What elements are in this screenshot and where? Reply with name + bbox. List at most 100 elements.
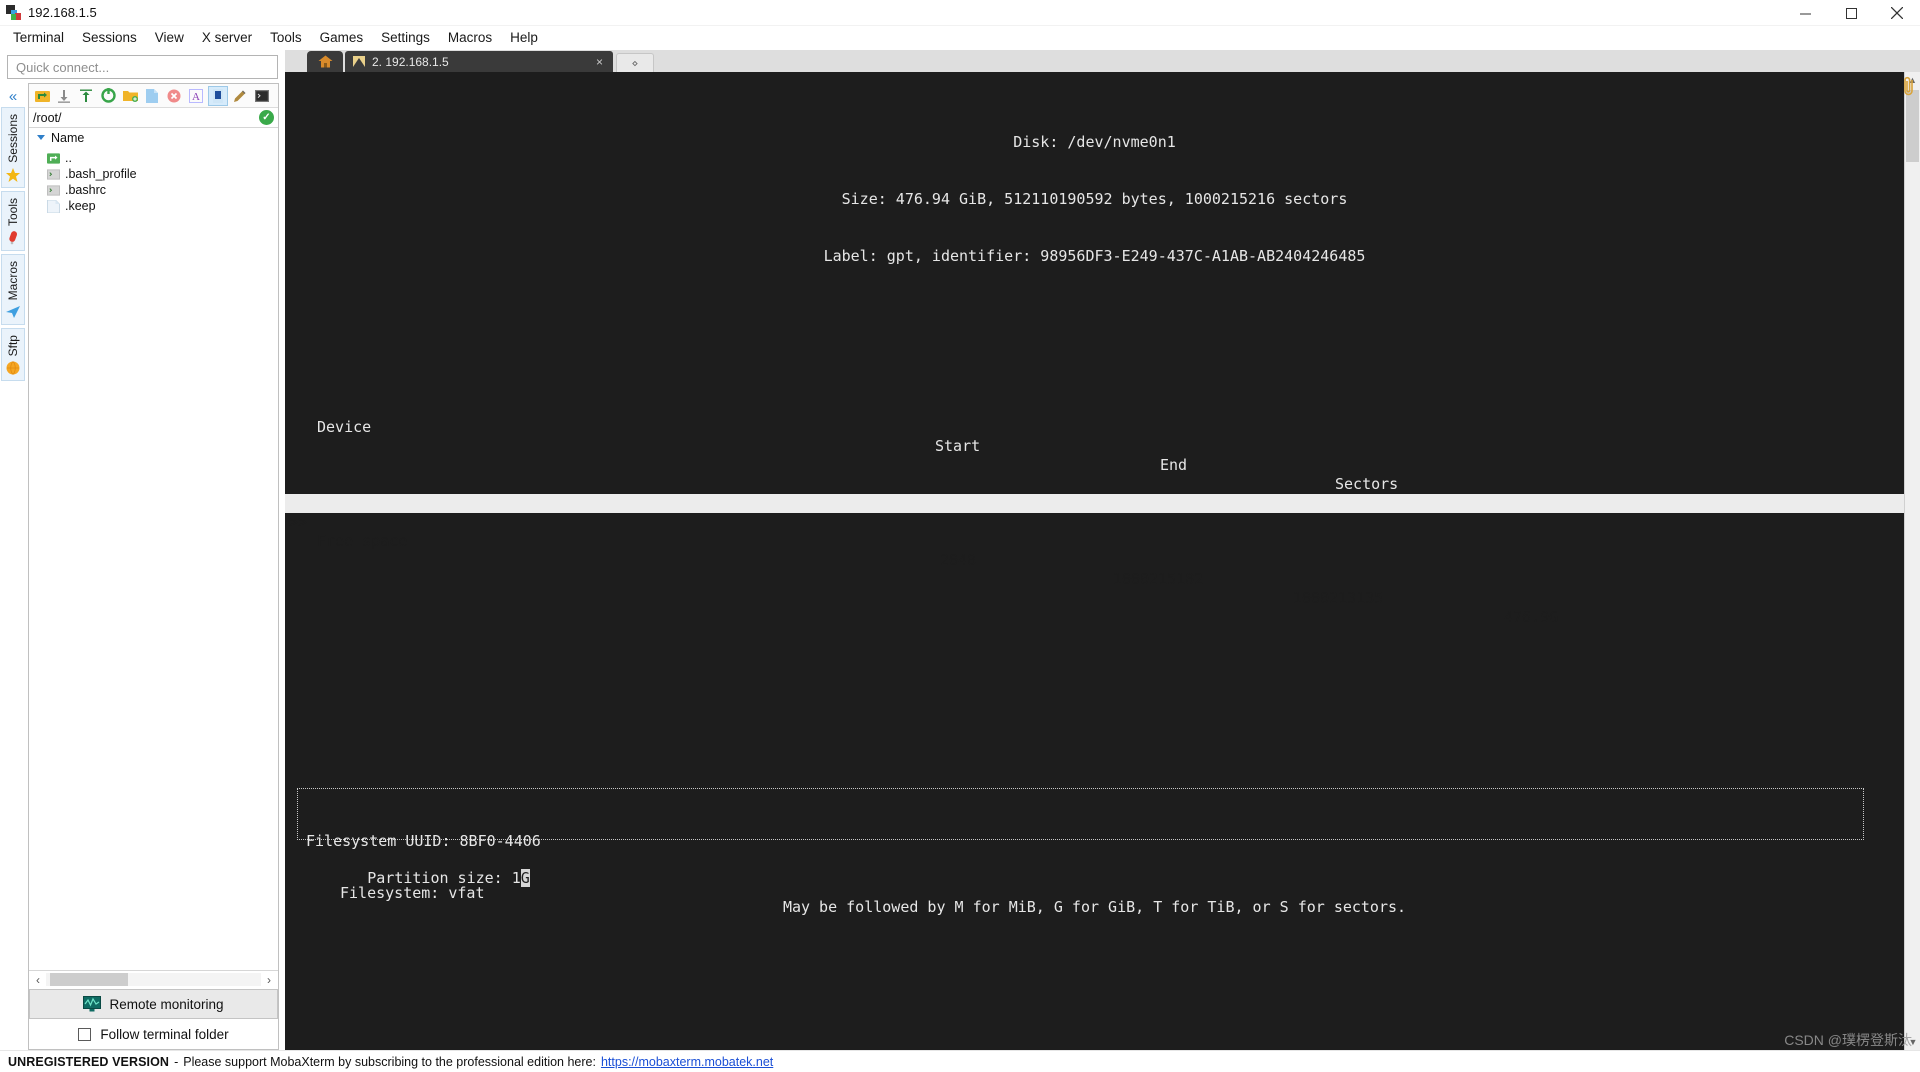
tab-strip: 2. 192.168.1.5 × ⋄ bbox=[285, 50, 1920, 72]
quick-connect-input[interactable]: Quick connect... bbox=[7, 55, 278, 79]
follow-terminal-folder-row[interactable]: Follow terminal folder bbox=[29, 1019, 278, 1049]
svg-text:A: A bbox=[192, 91, 200, 103]
paper-plane-icon bbox=[6, 306, 20, 319]
new-tab-button[interactable]: ⋄ bbox=[616, 53, 654, 72]
script-file-icon bbox=[47, 184, 60, 196]
sftp-toolbar: A bbox=[29, 84, 278, 108]
mobaxterm-link[interactable]: https://mobaxterm.mobatek.net bbox=[601, 1055, 773, 1069]
maximize-icon[interactable] bbox=[1828, 0, 1874, 26]
sidebar-item-label: Macros bbox=[6, 260, 20, 301]
connection-ok-icon: ✓ bbox=[259, 110, 274, 125]
close-icon[interactable] bbox=[1874, 0, 1920, 26]
path-value: /root/ bbox=[33, 110, 62, 125]
globe-icon bbox=[6, 361, 20, 376]
column-end: End bbox=[1160, 456, 1188, 474]
upload-icon[interactable] bbox=[76, 86, 96, 106]
column-sectors: Sectors bbox=[1335, 475, 1399, 493]
scrollbar-thumb[interactable] bbox=[50, 973, 128, 986]
monitor-icon bbox=[83, 996, 102, 1012]
menu-view[interactable]: View bbox=[146, 28, 193, 47]
sidebar-tab-rail: « Sessions Tools Macros Sftp bbox=[0, 83, 26, 1050]
csdn-watermark: CSDN @璞楞登斯汰 bbox=[1784, 1032, 1912, 1048]
terminal-screen[interactable]: Disk: /dev/nvme0n1 Size: 476.94 GiB, 512… bbox=[285, 72, 1904, 1050]
path-bar[interactable]: /root/ ✓ bbox=[29, 108, 278, 128]
refresh-icon[interactable] bbox=[98, 86, 118, 106]
window-controls bbox=[1782, 0, 1920, 26]
column-device: Device bbox=[317, 418, 372, 436]
menu-games[interactable]: Games bbox=[311, 28, 373, 47]
file-name: .. bbox=[65, 151, 72, 165]
terminal-icon[interactable] bbox=[252, 86, 272, 106]
go-up-icon[interactable] bbox=[32, 86, 52, 106]
column-header-name[interactable]: Name bbox=[29, 128, 278, 148]
parent-folder-icon bbox=[47, 152, 60, 164]
menu-terminal[interactable]: Terminal bbox=[4, 28, 73, 47]
remote-monitoring-button[interactable]: Remote monitoring bbox=[29, 989, 278, 1019]
tab-session-192-168-1-5[interactable]: 2. 192.168.1.5 × bbox=[345, 51, 613, 72]
row-end: 1000215182 bbox=[1113, 570, 1204, 588]
menu-x-server[interactable]: X server bbox=[193, 28, 261, 47]
new-folder-icon[interactable] bbox=[120, 86, 140, 106]
sidebar-item-sessions[interactable]: Sessions bbox=[1, 107, 25, 188]
follow-terminal-folder-checkbox[interactable] bbox=[78, 1027, 92, 1041]
row-marker: >> bbox=[289, 513, 308, 531]
table-row[interactable]: >> Free space 2048 1000215182 1000213135… bbox=[285, 494, 1904, 626]
paperclip-icon[interactable] bbox=[1902, 76, 1918, 100]
text-mode-icon[interactable]: A bbox=[186, 86, 206, 106]
menu-sessions[interactable]: Sessions bbox=[73, 28, 146, 47]
star-icon bbox=[6, 167, 20, 182]
terminal-size-line: Size: 476.94 GiB, 512110190592 bytes, 10… bbox=[841, 190, 1348, 208]
sidebar-item-label: Tools bbox=[6, 197, 20, 226]
mobaxterm-window: 192.168.1.5 Terminal Sessions View X ser… bbox=[0, 0, 1920, 1072]
terminal-cursor: G bbox=[520, 869, 530, 887]
home-icon bbox=[318, 55, 332, 68]
scroll-left-icon[interactable]: ‹ bbox=[31, 973, 45, 987]
collapse-sidebar-button[interactable]: « bbox=[0, 85, 26, 107]
session-icon bbox=[353, 56, 365, 67]
file-name: .bash_profile bbox=[65, 167, 137, 181]
title-bar: 192.168.1.5 bbox=[0, 0, 1920, 26]
prompt-value: 1 bbox=[511, 869, 521, 887]
menu-tools[interactable]: Tools bbox=[261, 28, 311, 47]
minimize-icon[interactable] bbox=[1782, 0, 1828, 26]
sidebar-item-macros[interactable]: Macros bbox=[1, 253, 25, 326]
script-file-icon bbox=[47, 168, 60, 180]
mobaxterm-icon bbox=[6, 4, 22, 21]
terminal-disk-line: Disk: /dev/nvme0n1 bbox=[1013, 133, 1176, 151]
blank-file-icon bbox=[47, 199, 60, 213]
sidebar-item-label: Sftp bbox=[6, 335, 20, 357]
menu-settings[interactable]: Settings bbox=[372, 28, 439, 47]
list-item[interactable]: .keep bbox=[29, 198, 278, 214]
edit-icon[interactable] bbox=[230, 86, 250, 106]
remote-monitoring-label: Remote monitoring bbox=[109, 996, 224, 1012]
scrollbar-track[interactable] bbox=[46, 973, 261, 986]
tab-overflow-area bbox=[1882, 50, 1920, 72]
filesystem-info-box: Filesystem UUID: 8BF0-4406 Filesystem: v… bbox=[297, 788, 1864, 902]
new-file-icon[interactable] bbox=[142, 86, 162, 106]
unregistered-badge: UNREGISTERED VERSION bbox=[8, 1054, 170, 1069]
home-tab[interactable] bbox=[307, 51, 343, 72]
terminal-label-line: Label: gpt, identifier: 98956DF3-E249-43… bbox=[823, 247, 1366, 265]
terminal-scrollbar[interactable]: ▲ ▼ bbox=[1904, 72, 1920, 1050]
list-item[interactable]: .. bbox=[29, 150, 278, 166]
scrollbar-thumb[interactable] bbox=[1906, 90, 1919, 162]
tools-icon bbox=[9, 230, 18, 245]
sidebar-body: « Sessions Tools Macros Sftp A /root/ ✓ … bbox=[0, 83, 285, 1050]
file-name: .bashrc bbox=[65, 183, 106, 197]
menu-help[interactable]: Help bbox=[501, 28, 547, 47]
list-item[interactable]: .bashrc bbox=[29, 182, 278, 198]
scroll-right-icon[interactable]: › bbox=[262, 973, 276, 987]
download-icon[interactable] bbox=[54, 86, 74, 106]
menu-macros[interactable]: Macros bbox=[439, 28, 501, 47]
sidebar-item-sftp[interactable]: Sftp bbox=[1, 328, 25, 382]
left-panel: Quick connect... « Sessions Tools Macros… bbox=[0, 50, 285, 1050]
horizontal-scrollbar[interactable]: ‹ › bbox=[29, 970, 278, 988]
partition-size-hint: May be followed by M for MiB, G for GiB,… bbox=[782, 898, 1407, 916]
prompt-label: Partition size: bbox=[367, 869, 512, 887]
list-item[interactable]: .bash_profile bbox=[29, 166, 278, 182]
sidebar-item-tools[interactable]: Tools bbox=[1, 190, 25, 251]
delete-icon[interactable] bbox=[164, 86, 184, 106]
binary-mode-icon[interactable] bbox=[208, 85, 228, 106]
status-separator: - bbox=[174, 1054, 179, 1069]
tab-close-icon[interactable]: × bbox=[596, 55, 603, 69]
